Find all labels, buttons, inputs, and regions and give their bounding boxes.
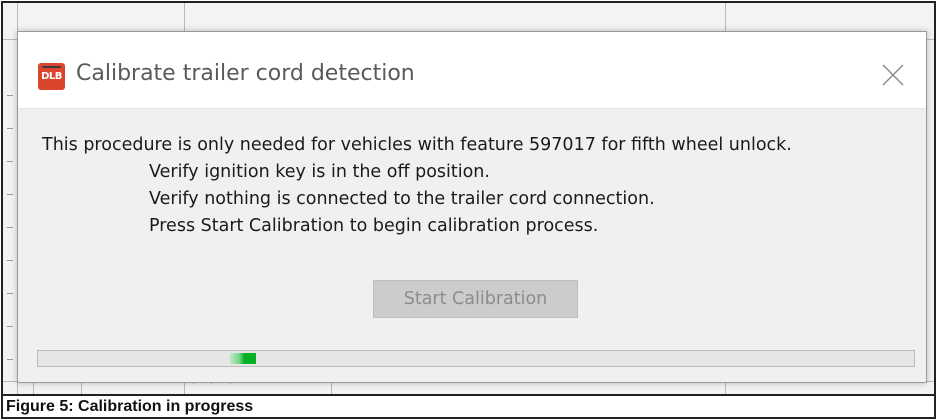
start-calibration-button[interactable]: Start Calibration <box>373 280 578 318</box>
background-row-tick <box>7 194 13 195</box>
instruction-line: Verify nothing is connected to the trail… <box>149 189 655 209</box>
dialog-titlebar[interactable]: DLB Calibrate trailer cord detection <box>18 32 926 109</box>
background-row-tick <box>7 326 13 327</box>
figure-caption: Figure 5: Calibration in progress <box>1 396 936 419</box>
progress-indicator <box>230 353 256 364</box>
instructions-message: This procedure is only needed for vehicl… <box>42 132 920 240</box>
background-row-tick <box>7 227 13 228</box>
close-x-icon <box>882 64 904 86</box>
figure-frame: State DLB Calibrate trailer cord detecti… <box>1 1 936 396</box>
background-row-tick <box>7 161 13 162</box>
dlb-app-icon: DLB <box>38 63 65 90</box>
background-grid-line <box>33 381 34 394</box>
app-icon-label: DLB <box>41 71 62 82</box>
background-row-tick <box>7 260 13 261</box>
instruction-line: Press Start Calibration to begin calibra… <box>149 216 599 236</box>
instruction-line: This procedure is only needed for vehicl… <box>42 135 792 155</box>
background-grid-line <box>81 381 82 394</box>
dialog-title: Calibrate trailer cord detection <box>76 61 415 86</box>
calibration-dialog: DLB Calibrate trailer cord detection Thi… <box>17 31 927 383</box>
background-row-tick <box>7 128 13 129</box>
background-row-tick <box>7 95 13 96</box>
close-button[interactable] <box>876 58 910 92</box>
background-grid-line <box>331 381 332 394</box>
instruction-line: Verify ignition key is in the off positi… <box>149 162 490 182</box>
calibration-progress-bar <box>37 350 915 367</box>
background-row-tick <box>7 293 13 294</box>
background-row-tick <box>7 359 13 360</box>
